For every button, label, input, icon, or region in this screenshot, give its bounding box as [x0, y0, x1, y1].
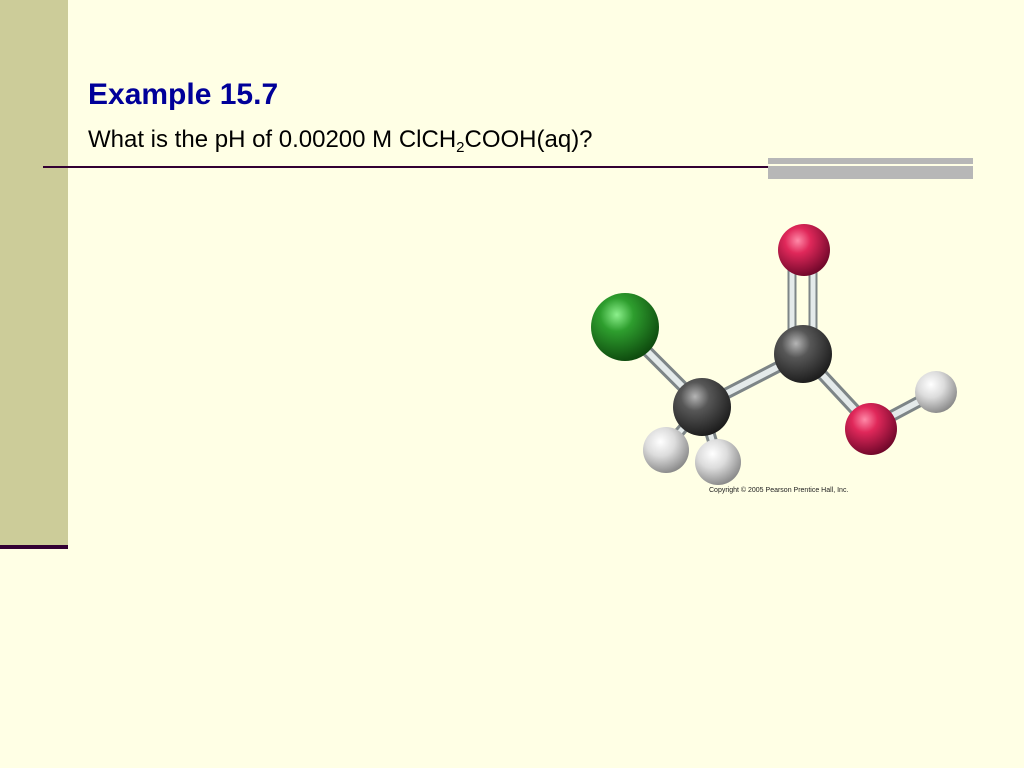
molecule-model: [591, 224, 957, 485]
question-subscript: 2: [456, 139, 465, 156]
chlorine-atom: [591, 293, 659, 361]
question-prefix: What is the pH of 0.00200 M ClCH: [88, 126, 457, 153]
question-suffix: COOH(aq)?: [464, 126, 593, 153]
hydroxyl-hydrogen-atom: [915, 371, 957, 413]
methylene-carbon-atom: [673, 378, 731, 436]
methylene-hydrogen-atom: [643, 427, 689, 473]
image-copyright: Copyright © 2005 Pearson Prentice Hall, …: [709, 487, 849, 494]
slide-question: What is the pH of 0.00200 M ClCH2COOH(aq…: [88, 124, 593, 156]
sidebar-band: [0, 0, 68, 548]
carboxyl-carbon-atom: [774, 325, 832, 383]
hydroxyl-oxygen-atom: [845, 403, 897, 455]
slide-title: Example 15.7: [88, 78, 279, 111]
accent-stripe: [768, 158, 973, 179]
sidebar-underline: [0, 545, 68, 549]
methylene-hydrogen-atom: [695, 439, 741, 485]
carbonyl-oxygen-atom: [778, 224, 830, 276]
